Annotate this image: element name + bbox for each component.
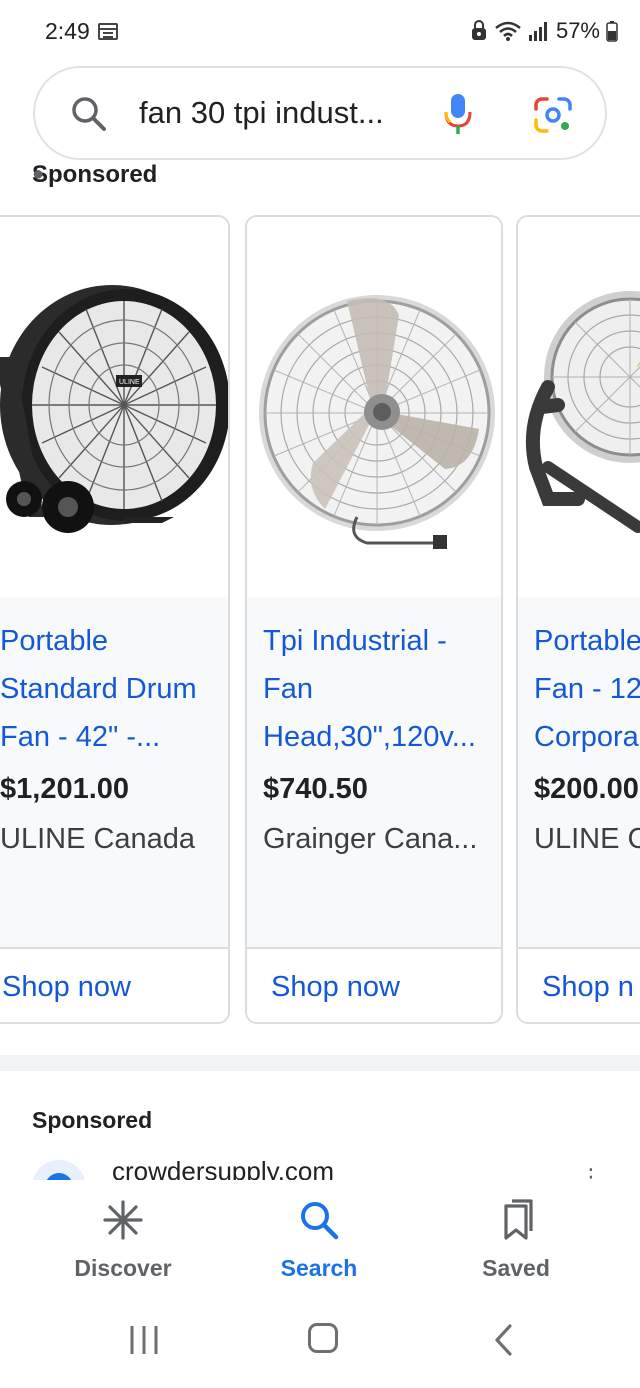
svg-text:ULINE: ULINE: [119, 379, 140, 386]
product-title-line: Fan: [263, 673, 313, 705]
search-bar[interactable]: fan 30 tpi indust...: [33, 66, 607, 160]
nav-search[interactable]: Search: [239, 1198, 399, 1282]
battery-icon: [606, 21, 618, 42]
home-icon[interactable]: [308, 1323, 338, 1353]
search-query[interactable]: fan 30 tpi indust...: [139, 95, 401, 131]
product-card[interactable]: Portable Fan - 12 Corpora $200.00 ULINE …: [516, 215, 640, 1024]
wifi-icon: [495, 21, 521, 41]
product-image[interactable]: ULINE: [0, 217, 228, 597]
more-options-icon[interactable]: ●: [32, 163, 602, 186]
product-title-line: Fan - 12: [534, 673, 640, 705]
status-indicators: 57%: [470, 18, 618, 44]
site-favicon-icon: [32, 1160, 86, 1180]
microphone-icon[interactable]: [443, 92, 473, 138]
nav-saved[interactable]: Saved: [436, 1198, 596, 1282]
floor-fan-image: [525, 291, 640, 533]
bookmarks-icon: [504, 1199, 533, 1240]
product-card[interactable]: ULINE Portable Standard Drum Fan - 42" -…: [0, 215, 230, 1024]
asterisk-icon: [103, 1200, 143, 1240]
recent-apps-icon[interactable]: [128, 1324, 160, 1356]
site-domain[interactable]: crowdersupply.com: [112, 1156, 334, 1180]
fan-head-image: [259, 295, 495, 549]
product-price: $200.00: [534, 773, 639, 805]
google-lens-icon[interactable]: [533, 96, 573, 134]
product-image[interactable]: [518, 217, 640, 597]
product-info[interactable]: Portable Standard Drum Fan - 42" -... $1…: [0, 597, 228, 947]
shop-now-label: Shop now: [2, 971, 131, 1003]
product-title-line: Portable: [0, 625, 109, 657]
product-title-line: Portable: [534, 625, 640, 657]
product-title-line: Tpi Industrial -: [263, 625, 447, 657]
drum-fan-image: ULINE: [0, 285, 228, 533]
nav-label: Saved: [482, 1255, 550, 1281]
sponsored-label: Sponsored: [32, 1107, 153, 1133]
product-title-line: Head,30",120v...: [263, 721, 476, 753]
product-carousel[interactable]: ULINE Portable Standard Drum Fan - 42" -…: [0, 215, 640, 1025]
bottom-navigation: Discover Search Saved: [0, 1180, 640, 1290]
calendar-notification-icon: [98, 23, 118, 40]
more-options-icon[interactable]: ⋮: [580, 1164, 602, 1180]
signal-icon: [528, 22, 547, 41]
lock-alarm-icon: [471, 20, 486, 40]
product-image[interactable]: [247, 217, 501, 597]
back-icon[interactable]: [492, 1324, 516, 1356]
product-title-line: Standard Drum: [0, 673, 197, 705]
product-info[interactable]: Tpi Industrial - Fan Head,30",120v... $7…: [247, 597, 501, 947]
product-title[interactable]: Portable Standard Drum Fan - 42" -...: [0, 617, 228, 761]
nav-discover[interactable]: Discover: [43, 1198, 203, 1282]
product-seller: ULINE C: [534, 823, 640, 855]
status-time: 2:49: [45, 18, 90, 44]
product-price: $740.50: [263, 773, 368, 805]
status-bar: 2:49 57%: [0, 0, 640, 62]
product-title-line: Corpora: [534, 721, 639, 753]
shop-now-button[interactable]: Shop n: [518, 947, 640, 1022]
product-info[interactable]: Portable Fan - 12 Corpora $200.00 ULINE …: [518, 597, 640, 947]
nav-label: Search: [280, 1255, 358, 1281]
search-icon: [301, 1202, 339, 1240]
product-title[interactable]: Tpi Industrial - Fan Head,30",120v...: [263, 617, 495, 761]
shop-now-button[interactable]: Shop now: [0, 947, 228, 1022]
battery-percent: 57%: [555, 18, 600, 43]
product-price: $1,201.00: [0, 773, 130, 805]
product-card[interactable]: Tpi Industrial - Fan Head,30",120v... $7…: [245, 215, 503, 1024]
product-seller: Grainger Cana...: [263, 823, 478, 855]
product-title-line: Fan - 42" -...: [0, 721, 161, 753]
product-seller: ULINE Canada: [0, 823, 196, 855]
shop-now-button[interactable]: Shop now: [247, 947, 501, 1022]
search-icon: [72, 97, 106, 131]
nav-label: Discover: [74, 1255, 172, 1281]
product-title[interactable]: Portable Fan - 12 Corpora: [534, 617, 640, 761]
system-navigation: [0, 1290, 640, 1388]
shop-now-label: Shop now: [271, 971, 400, 1003]
section-divider: [0, 1055, 640, 1071]
shop-now-label: Shop n: [542, 971, 634, 1003]
ad-result[interactable]: crowdersupply.com ⋮: [32, 1150, 612, 1180]
